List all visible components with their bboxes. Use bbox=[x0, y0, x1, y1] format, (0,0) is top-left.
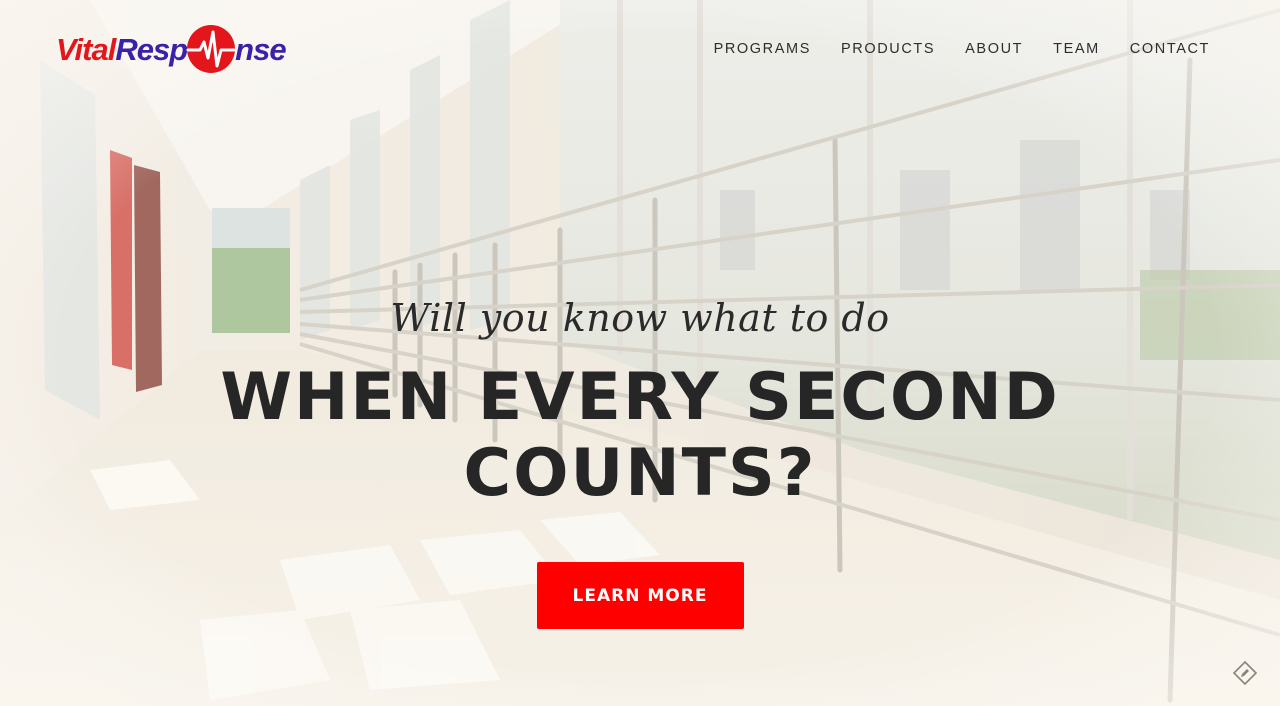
nav-item-about[interactable]: ABOUT bbox=[965, 38, 1023, 60]
brand-logo[interactable]: VitalResp nse bbox=[56, 22, 318, 78]
pencil-badge-icon[interactable] bbox=[1232, 660, 1258, 686]
logo-text-nse: nse bbox=[235, 32, 286, 67]
logo-text-resp: Resp bbox=[115, 32, 188, 67]
site-header: VitalResp nse PROGRAMS PRODUCTS ABOUT TE… bbox=[0, 0, 1280, 100]
heart-ecg-icon bbox=[186, 24, 236, 74]
hero-headline: WHEN EVERY SECOND COUNTS? bbox=[220, 360, 1060, 511]
hero-section: VitalResp nse PROGRAMS PRODUCTS ABOUT TE… bbox=[0, 0, 1280, 706]
nav-item-team[interactable]: TEAM bbox=[1053, 38, 1100, 60]
learn-more-button[interactable]: LEARN MORE bbox=[536, 562, 744, 629]
nav-item-contact[interactable]: CONTACT bbox=[1130, 38, 1210, 60]
nav-item-products[interactable]: PRODUCTS bbox=[841, 38, 935, 60]
logo-text-vital: Vital bbox=[56, 32, 116, 67]
hero-tagline: Will you know what to do bbox=[390, 296, 890, 340]
nav-item-programs[interactable]: PROGRAMS bbox=[714, 38, 811, 60]
hero-content: Will you know what to do WHEN EVERY SECO… bbox=[0, 290, 1280, 629]
main-nav: PROGRAMS PRODUCTS ABOUT TEAM CONTACT bbox=[714, 38, 1210, 60]
